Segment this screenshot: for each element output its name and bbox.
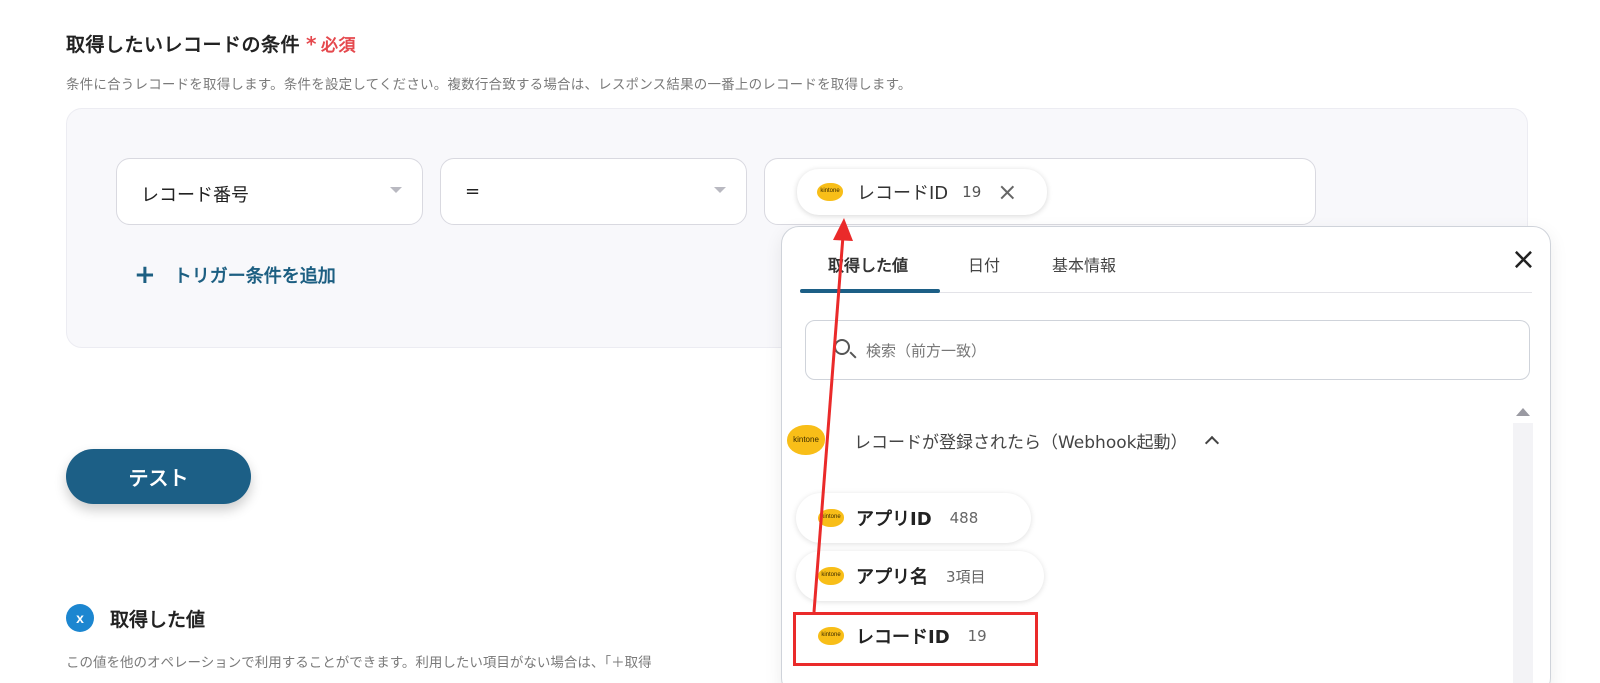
close-icon[interactable]: × <box>997 180 1017 204</box>
list-item-value: 3項目 <box>946 567 986 586</box>
section-title-text: 取得したいレコードの条件 <box>66 34 301 56</box>
list-item-label: アプリID <box>856 509 932 530</box>
list-item[interactable]: kintone アプリ名 3項目 <box>796 551 1044 601</box>
search-icon <box>834 339 850 355</box>
operator-select-value: = <box>465 181 481 202</box>
kintone-logo-icon: kintone <box>817 183 843 201</box>
close-icon[interactable]: × <box>1511 245 1536 275</box>
kintone-logo-icon: kintone <box>787 425 825 455</box>
list-item-label: アプリ名 <box>856 567 928 588</box>
add-trigger-condition-button[interactable]: + トリガー条件を追加 <box>134 262 336 288</box>
tab-obtained-values[interactable]: 取得した値 <box>828 252 908 276</box>
obtained-values-description: この値を他のオペレーションで利用することができます。利用したい項目がない場合は、… <box>66 655 652 671</box>
kintone-logo-icon: kintone <box>818 509 844 527</box>
value-chip[interactable]: kintone レコードID 19 × <box>797 169 1047 215</box>
list-item[interactable]: kintone アプリID 488 <box>796 493 1031 543</box>
scroll-up-arrow-icon[interactable] <box>1516 408 1530 416</box>
section-description: 条件に合うレコードを取得します。条件を設定してください。複数行合致する場合は、レ… <box>66 77 912 93</box>
picker-tabs: 取得した値 日付 基本情報 <box>800 227 1532 293</box>
scrollbar-track[interactable] <box>1513 423 1533 683</box>
chevron-down-icon <box>390 187 402 193</box>
field-select[interactable]: レコード番号 <box>116 158 423 225</box>
trigger-group-label: レコードが登録されたら（Webhook起動） <box>854 432 1188 453</box>
tab-basic-info[interactable]: 基本情報 <box>1052 252 1116 276</box>
obtained-values-title-text: 取得した値 <box>110 608 206 631</box>
kintone-logo-icon: kintone <box>818 567 844 585</box>
annotation-highlight-box <box>793 612 1038 666</box>
required-badge: * 必須 <box>306 32 356 56</box>
obtained-values-title: x 取得した値 <box>66 604 205 632</box>
chevron-down-icon <box>714 187 726 193</box>
chevron-up-icon <box>1205 435 1220 451</box>
value-chip-label: レコードID <box>857 183 949 204</box>
trigger-group-header[interactable]: kintone レコードが登録されたら（Webhook起動） <box>787 425 1220 455</box>
list-item-value: 488 <box>949 509 979 527</box>
search-field[interactable] <box>805 320 1530 380</box>
value-chip-number: 19 <box>962 183 982 201</box>
plus-icon: + <box>134 260 156 290</box>
operator-select[interactable]: = <box>440 158 747 225</box>
search-input[interactable] <box>866 339 1466 363</box>
tab-date[interactable]: 日付 <box>968 252 1000 276</box>
field-select-value: レコード番号 <box>141 185 249 206</box>
active-tab-indicator <box>800 289 940 293</box>
add-trigger-label: トリガー条件を追加 <box>173 266 336 287</box>
test-button[interactable]: テスト <box>66 449 251 504</box>
x-icon: x <box>66 604 94 632</box>
section-title: 取得したいレコードの条件 * 必須 <box>66 30 356 57</box>
